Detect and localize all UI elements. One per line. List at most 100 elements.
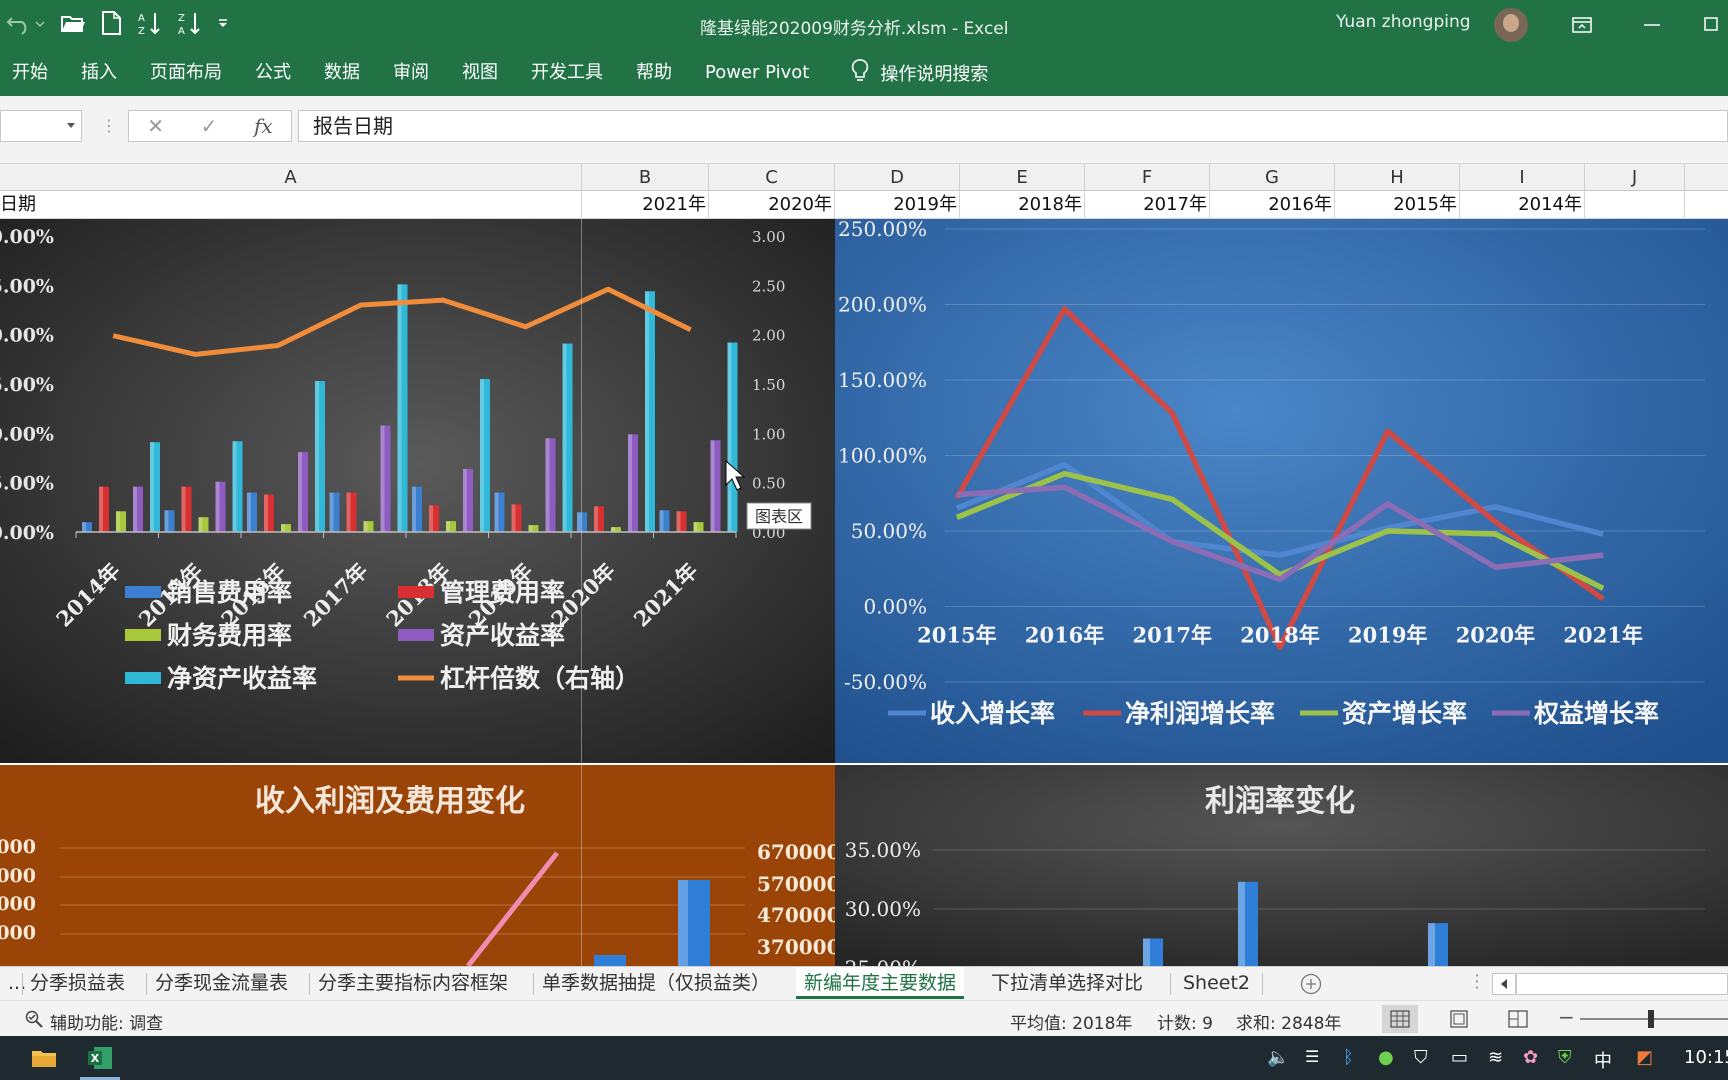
- tab-home[interactable]: 开始: [0, 50, 67, 96]
- wifi-icon[interactable]: ≋: [1488, 1047, 1503, 1068]
- new-file-icon[interactable]: [100, 10, 122, 36]
- insert-function-icon[interactable]: fx: [254, 114, 273, 138]
- tab-insert[interactable]: 插入: [67, 50, 136, 96]
- svg-text:Z: Z: [178, 13, 185, 24]
- cell-h1[interactable]: 2015年: [1335, 191, 1460, 219]
- zoom-slider[interactable]: [1580, 1018, 1728, 1020]
- sort-ascending-icon[interactable]: AZ: [136, 10, 162, 36]
- page-layout-view-icon[interactable]: [1441, 1005, 1477, 1033]
- ime-indicator[interactable]: 中: [1594, 1047, 1612, 1073]
- open-folder-icon[interactable]: [60, 11, 86, 35]
- cell-j1[interactable]: [1585, 191, 1685, 219]
- battery-icon[interactable]: ▭: [1451, 1047, 1468, 1068]
- legend-label: 资产增长率: [1342, 699, 1467, 728]
- formula-input[interactable]: 报告日期: [298, 110, 1728, 142]
- file-explorer-icon[interactable]: [26, 1042, 62, 1074]
- sheet-tab-sheet2[interactable]: Sheet2: [1175, 967, 1258, 999]
- legend-label: 净利润增长率: [1125, 699, 1275, 728]
- cell-i1[interactable]: 2014年: [1460, 191, 1585, 219]
- chart-revenue-profit[interactable]: 收入利润及费用变化 000 000 000 000 670000 570000 470000…: [0, 765, 835, 966]
- tab-help[interactable]: 帮助: [622, 50, 691, 96]
- tab-view[interactable]: 视图: [448, 50, 517, 96]
- sort-descending-icon[interactable]: ZA: [176, 10, 202, 36]
- add-sheet-icon[interactable]: [1300, 973, 1322, 999]
- scroll-left-icon[interactable]: [1492, 973, 1516, 995]
- chart-expense-ratios[interactable]: 0.00%5.00%0.00%5.00%0.00%5.00%0.00%0.000…: [0, 219, 835, 763]
- user-name[interactable]: Yuan zhongping: [1336, 12, 1471, 32]
- tell-me-search[interactable]: 操作说明搜索: [850, 58, 988, 89]
- y-tick-label: 250.00%: [838, 219, 927, 241]
- speaker-icon[interactable]: 🔈: [1267, 1047, 1289, 1068]
- chart-profit-margin[interactable]: 利润率变化 35.00% 30.00% 25.00%: [835, 765, 1728, 966]
- column-header-j[interactable]: J: [1585, 164, 1685, 191]
- excel-taskbar-icon[interactable]: X: [82, 1042, 118, 1074]
- column-header-i[interactable]: I: [1460, 164, 1585, 191]
- column-header-f[interactable]: F: [1085, 164, 1210, 191]
- tab-power-pivot[interactable]: Power Pivot: [691, 50, 828, 96]
- user-avatar[interactable]: [1494, 8, 1528, 42]
- sheet-tab-separator: [1262, 973, 1263, 995]
- enter-icon[interactable]: ✓: [201, 114, 218, 138]
- column-header-e[interactable]: E: [960, 164, 1085, 191]
- cell-d1[interactable]: 2019年: [835, 191, 960, 219]
- sheet-tab-quarterly-indicators[interactable]: 分季主要指标内容框架: [310, 967, 516, 999]
- sheet-tab-single-quarter-data[interactable]: 单季数据抽提（仅损益类）: [534, 967, 778, 999]
- minimize-icon[interactable]: [1632, 8, 1672, 42]
- column-header-a[interactable]: A: [0, 164, 582, 191]
- status-count[interactable]: 计数: 9: [1157, 1009, 1213, 1034]
- cell-c1[interactable]: 2020年: [709, 191, 835, 219]
- y-tick-label: 000: [0, 922, 36, 944]
- notification-icon[interactable]: ☰: [1305, 1047, 1319, 1066]
- status-average[interactable]: 平均值: 2018年: [1010, 1009, 1132, 1034]
- column-header-g[interactable]: G: [1210, 164, 1335, 191]
- accessibility-status[interactable]: 辅助功能: 调查: [24, 1009, 163, 1034]
- y-tick-label: 000: [0, 865, 36, 887]
- security-shield-icon[interactable]: ⛨: [1558, 1047, 1572, 1068]
- flower-app-icon[interactable]: ✿: [1523, 1047, 1538, 1068]
- column-header-d[interactable]: D: [835, 164, 960, 191]
- y-tick-label: 0.00%: [0, 522, 54, 544]
- sheet-tab-quarterly-cashflow[interactable]: 分季现金流量表: [147, 967, 296, 999]
- tab-data[interactable]: 数据: [310, 50, 379, 96]
- maximize-icon[interactable]: [1690, 8, 1728, 42]
- sheet-tab-annual-data[interactable]: 新编年度主要数据: [796, 967, 965, 999]
- legend-swatch: [125, 629, 161, 641]
- chevron-down-icon[interactable]: [67, 123, 75, 128]
- cell-g1[interactable]: 2016年: [1210, 191, 1335, 219]
- tab-page-layout[interactable]: 页面布局: [136, 50, 241, 96]
- tab-developer[interactable]: 开发工具: [517, 50, 622, 96]
- name-box[interactable]: [0, 110, 82, 142]
- tab-review[interactable]: 审阅: [379, 50, 448, 96]
- customize-toolbar-icon[interactable]: [216, 16, 230, 30]
- normal-view-icon[interactable]: [1382, 1005, 1418, 1033]
- column-header-b[interactable]: B: [582, 164, 709, 191]
- sheet-tab-dropdown-compare[interactable]: 下拉清单选择对比: [983, 967, 1151, 999]
- page-break-view-icon[interactable]: [1500, 1005, 1536, 1033]
- app-tray-icon[interactable]: ●: [1378, 1047, 1394, 1068]
- splitter-handle[interactable]: ⋮: [101, 116, 117, 135]
- horizontal-scrollbar[interactable]: [1516, 973, 1728, 995]
- wps-icon[interactable]: ◩: [1636, 1047, 1653, 1068]
- undo-icon[interactable]: [6, 10, 46, 36]
- cell-a1[interactable]: 日期: [0, 191, 582, 219]
- status-sum[interactable]: 求和: 2848年: [1236, 1009, 1341, 1034]
- cancel-icon[interactable]: ✕: [147, 114, 164, 138]
- cell-b1[interactable]: 2021年: [582, 191, 709, 219]
- bar-highlight: [594, 506, 598, 532]
- zoom-slider-handle[interactable]: [1648, 1010, 1654, 1028]
- shield-icon[interactable]: ⛉: [1414, 1047, 1428, 1068]
- cell-f1[interactable]: 2017年: [1085, 191, 1210, 219]
- cell-e1[interactable]: 2018年: [960, 191, 1085, 219]
- chart-title: 利润率变化: [1205, 784, 1355, 819]
- zoom-out-icon[interactable]: −: [1558, 1005, 1575, 1029]
- tab-splitter-handle[interactable]: ⋮: [1468, 971, 1486, 992]
- column-header-h[interactable]: H: [1335, 164, 1460, 191]
- tab-formulas[interactable]: 公式: [241, 50, 310, 96]
- clock[interactable]: 10:15: [1684, 1047, 1728, 1068]
- sheet-tab-quarterly-income[interactable]: 分季损益表: [22, 967, 133, 999]
- column-header-c[interactable]: C: [709, 164, 835, 191]
- bar-highlight: [315, 381, 319, 532]
- ribbon-display-options-icon[interactable]: [1562, 8, 1602, 42]
- chart-growth-rates[interactable]: 250.00% 200.00% 150.00% 100.00% 50.00% 0.00% -…: [835, 219, 1728, 763]
- bluetooth-icon[interactable]: ᛒ: [1343, 1047, 1354, 1068]
